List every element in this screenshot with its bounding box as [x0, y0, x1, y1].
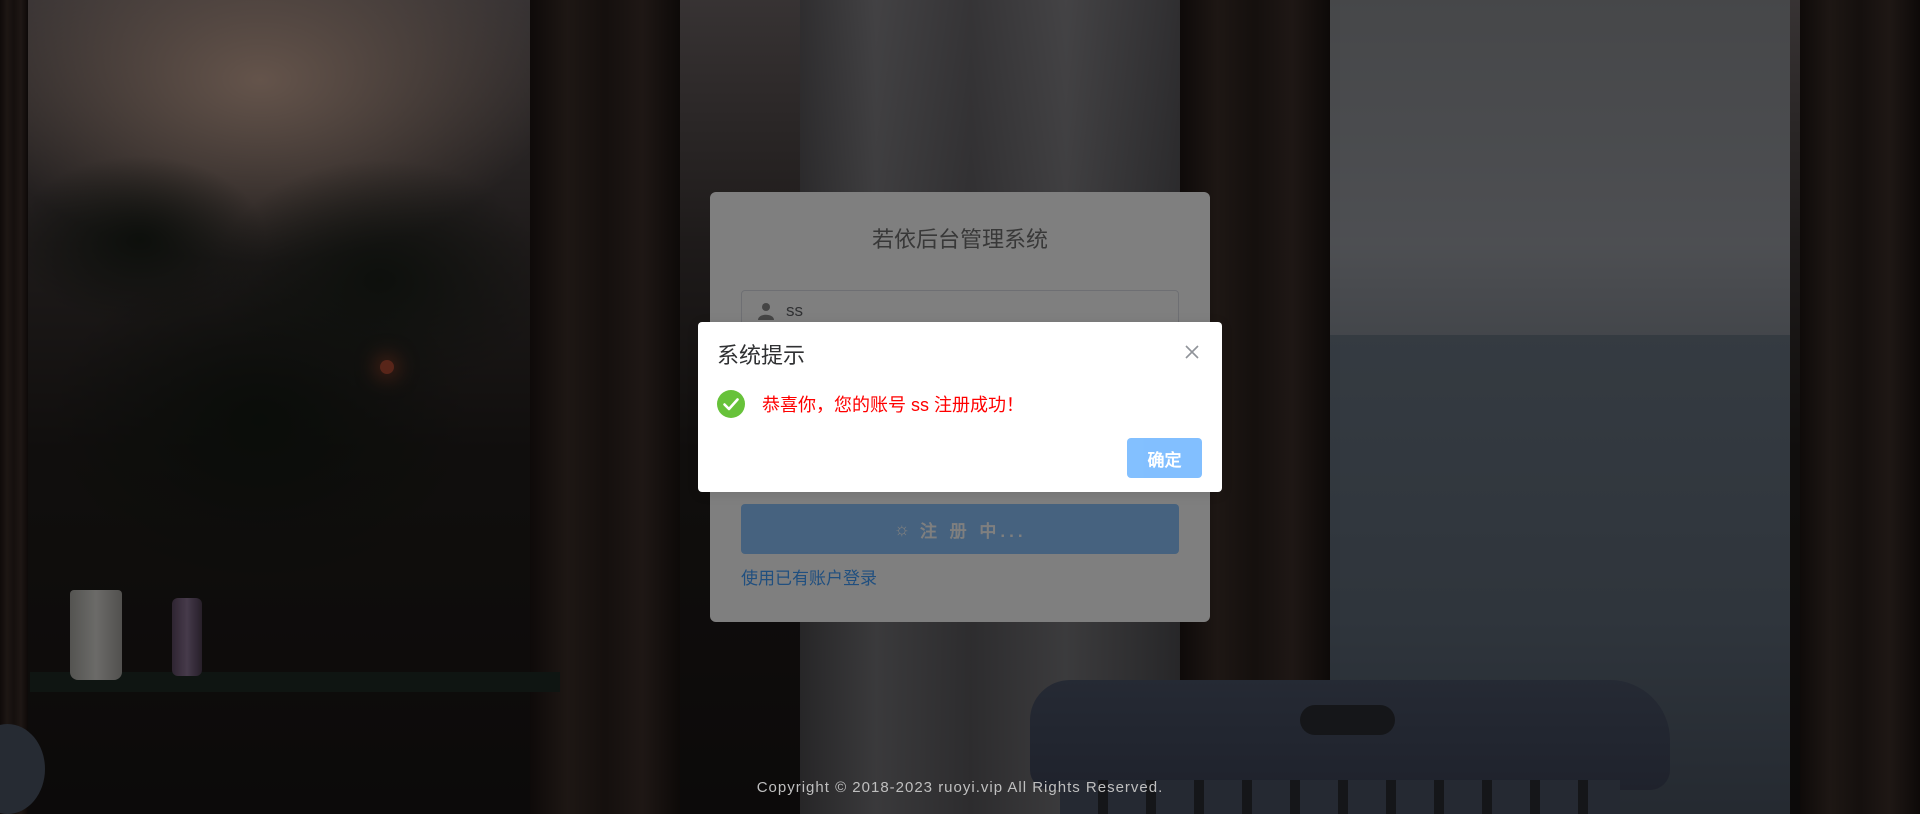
close-icon[interactable]: [1182, 342, 1202, 362]
success-check-icon: [717, 390, 745, 418]
message-box: 系统提示 恭喜你，您的账号 ss 注册成功！ 确定: [698, 322, 1222, 492]
dialog-title: 系统提示: [717, 343, 806, 368]
dialog-body: 恭喜你，您的账号 ss 注册成功！: [717, 390, 1024, 418]
copyright-footer: Copyright © 2018-2023 ruoyi.vip All Righ…: [756, 779, 1164, 796]
dialog-message: 恭喜你，您的账号 ss 注册成功！: [762, 395, 1025, 415]
confirm-button[interactable]: 确定: [1127, 438, 1202, 478]
